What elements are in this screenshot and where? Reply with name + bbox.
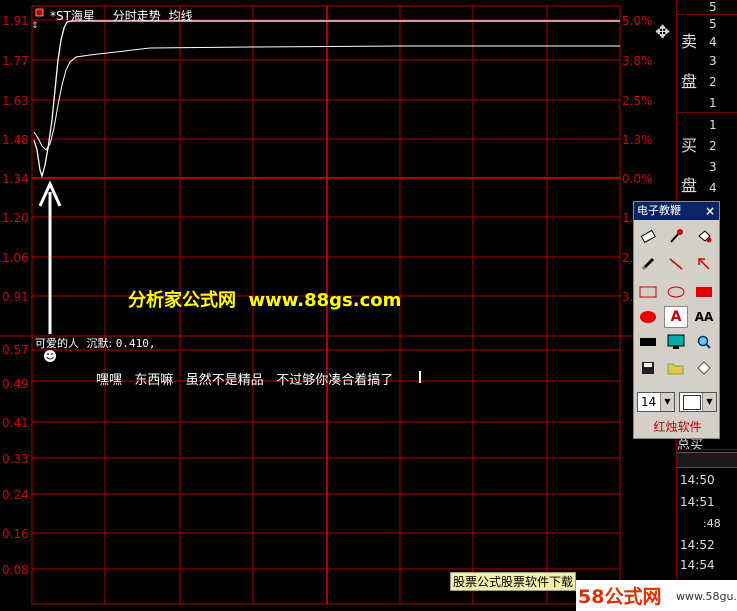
- drawing-toolbox: 电子教鞭 × A AA 14 ▼ ▼ 红烛软件: [633, 201, 720, 439]
- price-tick: 0.91: [2, 290, 29, 304]
- tick-time: :48: [703, 517, 721, 530]
- watermark-text: 分析家公式网 www.88gs.com: [128, 290, 402, 311]
- price-tick: 1.48: [2, 133, 29, 147]
- view-label: 分时走势: [112, 9, 161, 23]
- arrow-icon[interactable]: [692, 253, 716, 275]
- buy-label-2: 盘: [681, 176, 698, 195]
- percent-tick: 0.0%: [622, 172, 653, 186]
- eyedropper-icon[interactable]: [664, 225, 688, 247]
- price-tick: 1.34: [2, 172, 29, 186]
- indicator-value: 0.410,: [115, 337, 156, 350]
- volume-tick: 0.49: [2, 377, 29, 391]
- open-folder-icon[interactable]: [664, 357, 688, 379]
- volume-tick: 0.33: [2, 452, 29, 466]
- text-large-icon[interactable]: AA: [692, 306, 716, 328]
- sell-level: 2: [709, 75, 717, 89]
- buy-label-1: 买: [681, 136, 698, 155]
- price-tick: 1.91: [2, 14, 29, 28]
- black-bar-icon[interactable]: [636, 331, 660, 353]
- up-arrow-annotation: [38, 180, 62, 334]
- site-brand: 58公式网: [578, 586, 662, 608]
- volume-tick: 0.16: [2, 527, 29, 541]
- volume-tick: 0.08: [2, 563, 29, 577]
- filled-ellipse-icon[interactable]: [636, 306, 660, 328]
- volume-tick: 0.41: [2, 416, 29, 430]
- comment-text: 嘿嘿 东西嘛 虽然不是精品 不过够你凑合着搞了: [96, 373, 394, 388]
- sell-label-1: 卖: [681, 32, 698, 51]
- avg-label: 均线: [168, 9, 193, 23]
- filled-rectangle-icon[interactable]: [692, 281, 716, 303]
- chevron-down-icon: ▼: [660, 393, 674, 411]
- site-url: www.58gu.com: [676, 590, 737, 603]
- pencil-icon[interactable]: [636, 253, 660, 275]
- tick-time: 14:50: [680, 473, 715, 487]
- line-icon[interactable]: [664, 253, 688, 275]
- indicator-label: 可爱的人 沉默: 0.410,: [35, 335, 155, 351]
- tick-time: 14:52: [680, 538, 715, 552]
- screen-icon[interactable]: [664, 331, 688, 353]
- price-tick: 1.20: [2, 211, 29, 225]
- buy-level: 3: [709, 160, 717, 174]
- buy-level: 1: [709, 118, 717, 132]
- sell-label-2: 盘: [681, 72, 698, 91]
- site-logo: 58公式网 www.58gu.com: [576, 580, 737, 611]
- price-tick: 1.06: [2, 251, 29, 265]
- stock-name: *ST海星: [50, 9, 95, 23]
- ad-banner[interactable]: 股票公式股票软件下载: [450, 572, 576, 591]
- percent-tick: 1.: [622, 211, 634, 225]
- toolbox-titlebar[interactable]: 电子教鞭 ×: [634, 202, 719, 220]
- crosshair-toggle-icon[interactable]: ⇕: [31, 21, 39, 31]
- paint-bucket-icon[interactable]: [692, 225, 716, 247]
- color-select[interactable]: ▼: [679, 392, 717, 412]
- smiley-icon: [44, 350, 56, 362]
- diamond-icon[interactable]: [692, 357, 716, 379]
- sell-level: 1: [709, 96, 717, 110]
- volume-tick: 0.57: [2, 343, 29, 357]
- sell-level: 4: [709, 35, 717, 49]
- text-cursor: [419, 371, 421, 383]
- close-box-icon[interactable]: [35, 8, 44, 17]
- text-icon[interactable]: A: [664, 306, 688, 328]
- save-icon[interactable]: [636, 357, 660, 379]
- chart-header: *ST海星 分时走势 均线: [50, 7, 193, 24]
- price-tick: 1.63: [2, 94, 29, 108]
- eraser-icon[interactable]: [636, 225, 660, 247]
- chevron-down-icon: ▼: [702, 393, 716, 411]
- buy-level: 4: [709, 181, 717, 195]
- percent-tick: 2.: [622, 251, 634, 265]
- buy-level: 2: [709, 139, 717, 153]
- toolbox-brand: 红烛软件: [653, 420, 702, 434]
- percent-tick: 2.5%: [622, 94, 653, 108]
- percent-tick: 5.0%: [622, 14, 653, 28]
- percent-tick: 3.: [622, 290, 634, 304]
- move-icon[interactable]: ✥: [655, 22, 670, 43]
- top-level-partial: 5: [709, 0, 717, 14]
- stock-chart-window: ⇕ ✥ *ST海星 分时走势 均线 1.91 1.77 1.63 1.48 1.…: [0, 0, 737, 611]
- tick-time: 14:51: [680, 495, 715, 509]
- rectangle-icon[interactable]: [636, 281, 660, 303]
- volume-tick: 0.24: [2, 488, 29, 502]
- toolbox-title: 电子教鞭: [637, 204, 681, 217]
- tick-time: 14:54: [680, 558, 715, 572]
- indicator-name: 可爱的人: [35, 337, 79, 350]
- percent-tick: 3.8%: [622, 54, 653, 68]
- magnifier-icon[interactable]: [692, 331, 716, 353]
- ellipse-icon[interactable]: [664, 281, 688, 303]
- toolbox-close-button[interactable]: ×: [705, 202, 715, 220]
- indicator-field: 沉默:: [86, 337, 113, 350]
- price-tick: 1.77: [2, 54, 29, 68]
- font-size-select[interactable]: 14 ▼: [637, 392, 675, 412]
- percent-tick: 1.3%: [622, 133, 653, 147]
- sell-level: 3: [709, 54, 717, 68]
- sell-level: 5: [709, 17, 717, 31]
